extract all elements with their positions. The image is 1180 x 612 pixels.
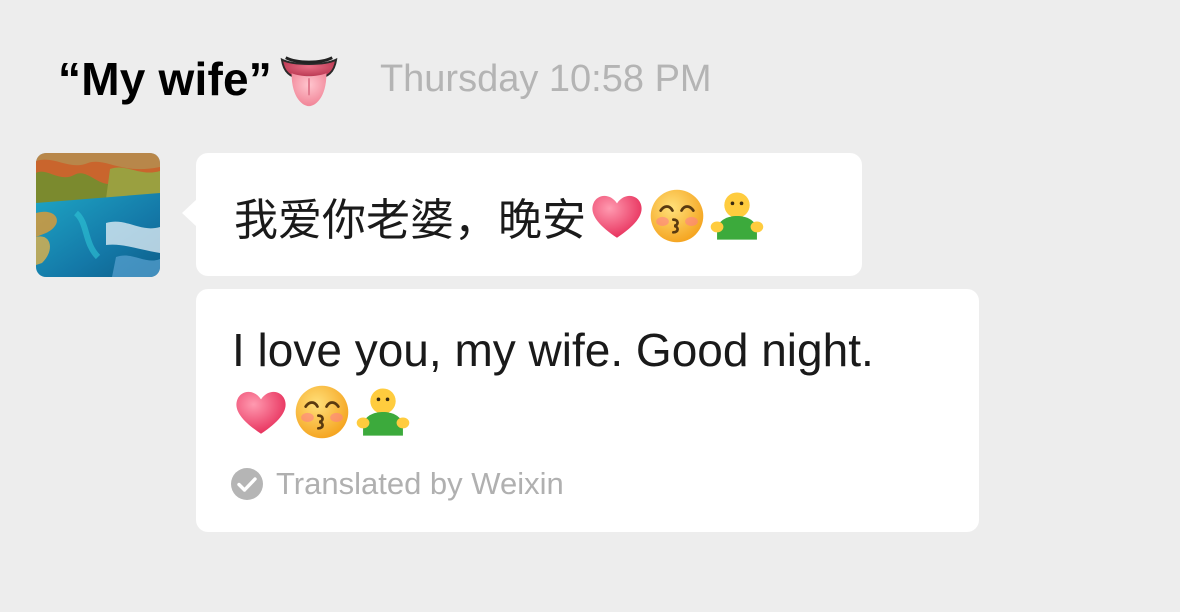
- translated-by-row: Translated by Weixin: [230, 465, 564, 503]
- translated-by-label: Translated by Weixin: [276, 466, 564, 501]
- heart-icon: [592, 195, 642, 238]
- translation-text: I love you, my wife. Good night.: [232, 324, 874, 376]
- kissing-face-icon: [295, 385, 349, 439]
- check-circle-icon: [231, 468, 263, 500]
- chat-header: “My wife” Thursday 10:58 PM: [58, 44, 712, 114]
- kissing-face-icon: [650, 189, 704, 243]
- landscape-avatar-image: [36, 153, 160, 277]
- hugging-person-icon: [710, 192, 764, 240]
- translation-emojis: [232, 381, 415, 443]
- message-text: 我爱你老婆，晚安: [234, 195, 586, 246]
- translation-bubble[interactable]: I love you, my wife. Good night. Transla…: [196, 289, 979, 532]
- bubble-tail: [182, 199, 197, 227]
- avatar[interactable]: [36, 153, 160, 277]
- heart-icon: [236, 391, 286, 434]
- caption-title: “My wife”: [58, 53, 272, 105]
- message-bubble[interactable]: 我爱你老婆，晚安: [182, 153, 862, 276]
- message-content: 我爱你老婆，晚安: [234, 185, 766, 247]
- tongue-face-icon: [280, 56, 338, 107]
- chat-screen: { "header": { "caption": "“My wife”", "c…: [0, 0, 1180, 612]
- hugging-person-icon: [356, 388, 410, 436]
- message-timestamp: Thursday 10:58 PM: [379, 57, 712, 100]
